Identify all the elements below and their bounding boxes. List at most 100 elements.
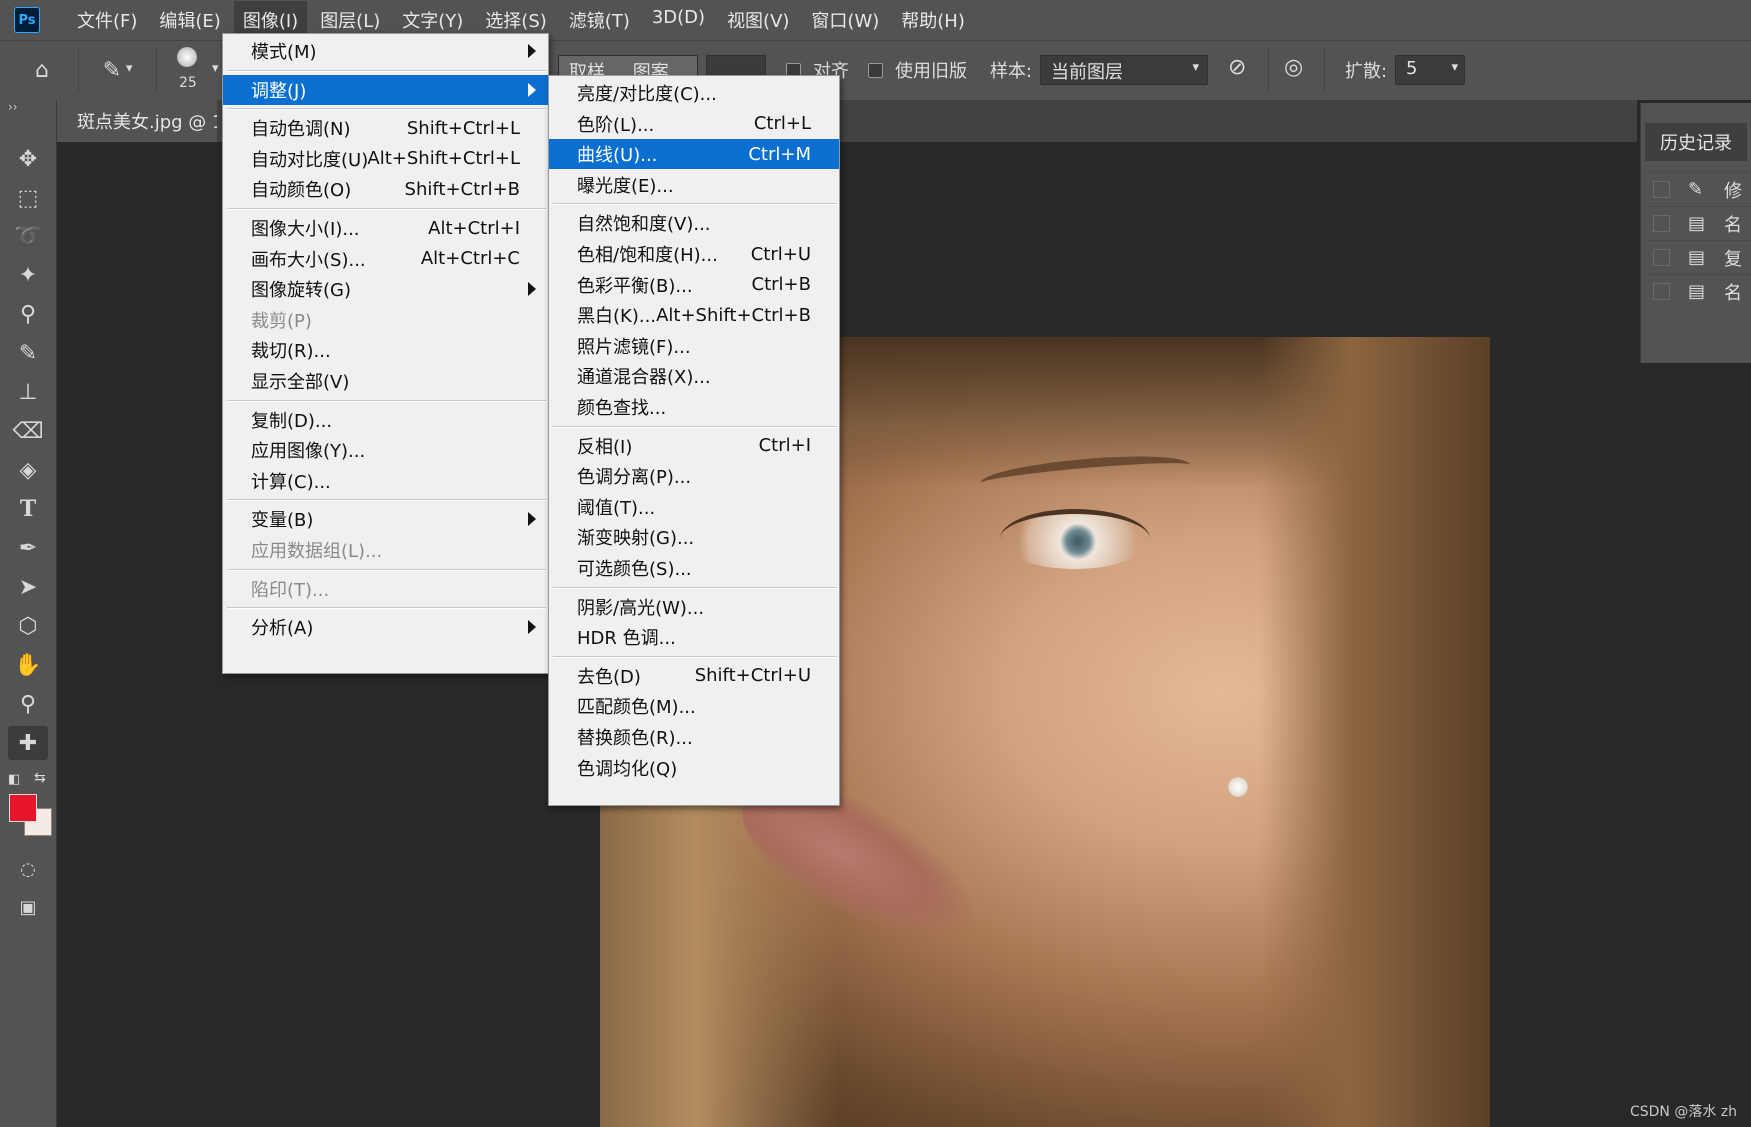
menu-separator: [553, 203, 837, 206]
menu-item-色阶[interactable]: 色阶(L)... Ctrl+L: [549, 109, 839, 139]
document-tab[interactable]: 斑点美女.jpg @ 1: [57, 100, 217, 142]
paint-bucket-tool-icon[interactable]: ◈: [8, 453, 48, 487]
quick-mask-icon[interactable]: ◌: [8, 852, 48, 886]
menu-item-画布大小[interactable]: 画布大小(S)... Alt+Ctrl+C: [223, 244, 548, 274]
menu-item-反相[interactable]: 反相(I) Ctrl+I: [549, 431, 839, 461]
hand-tool-icon[interactable]: ✋: [8, 648, 48, 682]
menu-item-图像旋转[interactable]: 图像旋转(G): [223, 274, 548, 304]
menu-item-裁切[interactable]: 裁切(R)...: [223, 335, 548, 365]
menu-item-模式[interactable]: 模式(M): [223, 36, 548, 66]
history-row[interactable]: ▤ 名: [1645, 274, 1751, 308]
history-snapshot-checkbox[interactable]: [1653, 283, 1670, 300]
menu-item-阈值[interactable]: 阈值(T)...: [549, 492, 839, 522]
menu-item-复制[interactable]: 复制(D)...: [223, 405, 548, 435]
menu-item-色彩平衡[interactable]: 色彩平衡(B)... Ctrl+B: [549, 270, 839, 300]
move-tool-icon[interactable]: ✥: [8, 142, 48, 176]
menu-item-颜色查找[interactable]: 颜色查找...: [549, 392, 839, 422]
menu-滤镜[interactable]: 滤镜(T): [560, 1, 639, 39]
menu-item-色调均化[interactable]: 色调均化(Q): [549, 753, 839, 783]
history-snapshot-checkbox[interactable]: [1653, 249, 1670, 266]
menu-item-色调分离[interactable]: 色调分离(P)...: [549, 461, 839, 491]
menu-item-匹配颜色[interactable]: 匹配颜色(M)...: [549, 691, 839, 721]
menu-item-裁剪[interactable]: 裁剪(P): [223, 305, 548, 335]
eraser-tool-icon[interactable]: ⌫: [8, 414, 48, 448]
menu-item-曝光度[interactable]: 曝光度(E)...: [549, 170, 839, 200]
menu-item-计算[interactable]: 计算(C)...: [223, 466, 548, 496]
menu-item-陷印[interactable]: 陷印(T)...: [223, 574, 548, 604]
document-icon: ▤: [1688, 247, 1706, 268]
menu-视图[interactable]: 视图(V): [718, 1, 798, 39]
document-icon: ▤: [1688, 281, 1706, 302]
menu-3d[interactable]: 3D(D): [643, 1, 714, 39]
brush-tip-icon[interactable]: [177, 47, 197, 67]
ignore-adjustment-layers-icon[interactable]: ⊘: [1228, 55, 1246, 80]
menu-item-调整[interactable]: 调整(J): [223, 74, 548, 105]
history-row-label: 复: [1724, 248, 1742, 270]
sample-dropdown[interactable]: 当前图层 ▾: [1040, 55, 1208, 85]
menu-item-显示全部[interactable]: 显示全部(V): [223, 366, 548, 396]
eyedropper-tool-icon[interactable]: ⚲: [8, 297, 48, 331]
healing-brush-icon: ✎: [1688, 179, 1704, 200]
clone-stamp-tool-icon[interactable]: ⊥: [8, 375, 48, 409]
history-snapshot-checkbox[interactable]: [1653, 181, 1670, 198]
menu-item-分析[interactable]: 分析(A): [223, 612, 548, 642]
menu-文件[interactable]: 文件(F): [68, 1, 146, 39]
menu-item-曲线[interactable]: 曲线(U)... Ctrl+M: [549, 139, 839, 170]
path-selection-tool-icon[interactable]: ➤: [8, 570, 48, 604]
history-snapshot-checkbox[interactable]: [1653, 215, 1670, 232]
home-icon[interactable]: ⌂: [22, 53, 62, 87]
menu-item-label: 曲线(U)...: [577, 145, 658, 167]
chevron-down-icon[interactable]: ▾: [212, 61, 219, 76]
menu-item-阴影-高光[interactable]: 阴影/高光(W)...: [549, 592, 839, 622]
menu-item-自动色调[interactable]: 自动色调(N) Shift+Ctrl+L: [223, 113, 548, 143]
marquee-tool-icon[interactable]: ⬚: [8, 181, 48, 215]
menu-item-去色[interactable]: 去色(D) Shift+Ctrl+U: [549, 661, 839, 691]
magic-wand-tool-icon[interactable]: ✦: [8, 258, 48, 292]
menu-编辑[interactable]: 编辑(E): [150, 1, 229, 39]
menu-item-自动对比度[interactable]: 自动对比度(U) Alt+Shift+Ctrl+L: [223, 144, 548, 174]
chevron-down-icon[interactable]: ▾: [126, 61, 133, 76]
menu-item-应用数据组[interactable]: 应用数据组(L)...: [223, 535, 548, 565]
menu-item-应用图像[interactable]: 应用图像(Y)...: [223, 435, 548, 465]
type-tool-icon[interactable]: T: [8, 492, 48, 526]
pressure-size-icon[interactable]: ◎: [1284, 55, 1303, 80]
history-row[interactable]: ▤ 复: [1645, 240, 1751, 274]
zoom-tool-icon[interactable]: ⚲: [8, 687, 48, 721]
menu-窗口[interactable]: 窗口(W): [802, 1, 888, 39]
swap-colors-icon[interactable]: ⇆: [34, 770, 46, 786]
legacy-checkbox[interactable]: [868, 63, 883, 78]
diffusion-input[interactable]: 5 ▾: [1395, 55, 1465, 85]
history-row[interactable]: ✎ 修: [1645, 172, 1751, 206]
menu-item-图像大小[interactable]: 图像大小(I)... Alt+Ctrl+I: [223, 213, 548, 243]
photo-earring: [1228, 777, 1248, 797]
menu-item-渐变映射[interactable]: 渐变映射(G)...: [549, 522, 839, 552]
foreground-color-swatch[interactable]: [9, 794, 37, 822]
menu-item-label: 图像旋转(G): [251, 280, 351, 302]
default-colors-icon[interactable]: ◧: [8, 772, 20, 787]
menu-item-变量[interactable]: 变量(B): [223, 504, 548, 534]
menu-帮助[interactable]: 帮助(H): [892, 1, 974, 39]
menu-item-黑白[interactable]: 黑白(K)... Alt+Shift+Ctrl+B: [549, 300, 839, 330]
menu-item-照片滤镜[interactable]: 照片滤镜(F)...: [549, 331, 839, 361]
menu-item-自动颜色[interactable]: 自动颜色(O) Shift+Ctrl+B: [223, 174, 548, 204]
menu-item-可选颜色[interactable]: 可选颜色(S)...: [549, 553, 839, 583]
lasso-tool-icon[interactable]: ➰: [8, 219, 48, 253]
divider: [78, 49, 79, 93]
menu-item-色相-饱和度[interactable]: 色相/饱和度(H)... Ctrl+U: [549, 239, 839, 269]
menu-item-替换颜色[interactable]: 替换颜色(R)...: [549, 722, 839, 752]
pen-tool-icon[interactable]: ✒: [8, 531, 48, 565]
menu-item-hdr-色调[interactable]: HDR 色调...: [549, 622, 839, 652]
spot-healing-brush-tool-icon[interactable]: ✚: [8, 726, 48, 760]
collapse-panel-icon[interactable]: ››: [8, 100, 18, 114]
menu-item-通道混合器[interactable]: 通道混合器(X)...: [549, 361, 839, 391]
brush-tool-icon[interactable]: ✎: [8, 336, 48, 370]
photoshop-logo[interactable]: Ps: [14, 7, 40, 33]
shape-tool-icon[interactable]: ⬡: [8, 609, 48, 643]
brush-size[interactable]: 25: [179, 75, 197, 91]
screen-mode-icon[interactable]: ▣: [8, 890, 48, 924]
menu-item-shortcut: Ctrl+U: [750, 243, 811, 265]
history-tab[interactable]: 历史记录: [1645, 123, 1747, 161]
menu-item-亮度-对比度[interactable]: 亮度/对比度(C)...: [549, 78, 839, 108]
menu-item-自然饱和度[interactable]: 自然饱和度(V)...: [549, 208, 839, 238]
history-row[interactable]: ▤ 名: [1645, 206, 1751, 240]
